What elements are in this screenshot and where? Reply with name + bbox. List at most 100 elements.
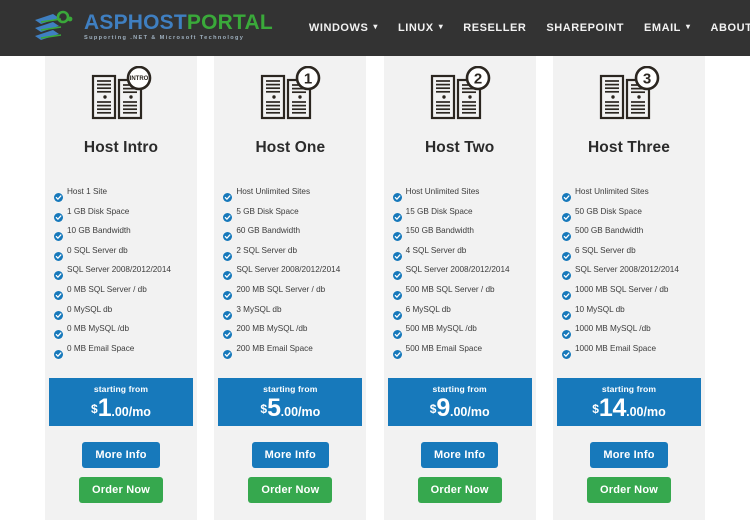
pricing-card: 3 Host Three Host Unlimited Sites 50 GB Dis…: [552, 56, 705, 520]
more-info-button[interactable]: More Info: [590, 442, 668, 468]
card-actions: More Info Order Now: [553, 442, 705, 503]
feature-label: 500 MB MySQL /db: [405, 324, 477, 334]
logo-title-part2: PORTAL: [186, 11, 273, 35]
check-circle-icon: [223, 346, 233, 359]
feature-item: 4 SQL Server db: [392, 245, 528, 261]
feature-label: 10 GB Bandwidth: [67, 226, 131, 236]
price-row: $14.00/mo: [592, 395, 666, 421]
check-circle-icon: [561, 248, 571, 261]
feature-item: 200 MB SQL Server / db: [223, 284, 358, 300]
plan-title: Host Three: [588, 139, 670, 156]
feature-label: Host 1 Site: [67, 187, 108, 196]
feature-item: 1 GB Disk Space: [54, 206, 189, 222]
more-info-button[interactable]: More Info: [82, 442, 160, 468]
feature-label: 6 SQL Server db: [574, 245, 636, 255]
site-logo[interactable]: ASPHOSTPORTAL Supporting .NET & Microsof…: [33, 10, 273, 46]
feature-list: Host Unlimited Sites 5 GB Disk Space 60 GB…: [214, 187, 366, 363]
check-circle-icon: [392, 307, 402, 320]
feature-item: SQL Server 2008/2012/2014: [561, 265, 697, 281]
more-info-button[interactable]: More Info: [421, 442, 499, 468]
nav-item-sharepoint[interactable]: SHAREPOINT: [546, 22, 624, 34]
feature-item: 10 GB Bandwidth: [54, 226, 189, 242]
feature-label: 60 GB Bandwidth: [236, 226, 301, 236]
feature-label: 0 MB Email Space: [67, 343, 135, 353]
check-circle-icon: [54, 248, 63, 261]
check-circle-icon: [392, 326, 402, 340]
price-from-label: starting from: [432, 383, 487, 394]
check-circle-icon: [561, 287, 571, 300]
feature-item: 1000 MB Email Space: [561, 344, 697, 359]
check-circle-icon: [561, 346, 571, 359]
feature-label: Host Unlimited Sites: [574, 187, 649, 196]
card-actions: More Info Order Now: [45, 442, 197, 503]
feature-label: SQL Server 2008/2012/2014: [405, 265, 510, 275]
check-circle-icon: [54, 326, 63, 340]
feature-item: Host Unlimited Sites: [223, 187, 358, 202]
feature-list: Host Unlimited Sites 15 GB Disk Space 150 …: [384, 187, 536, 363]
check-circle-icon: [223, 228, 233, 242]
feature-item: 500 MB MySQL /db: [392, 324, 528, 340]
order-now-button[interactable]: Order Now: [78, 477, 164, 503]
server-tower-icon: INTRO: [45, 56, 197, 138]
plan-title: Host Two: [424, 139, 495, 156]
feature-item: 2 SQL Server db: [223, 246, 358, 261]
check-circle-icon: [392, 228, 402, 242]
card-actions: More Info Order Now: [384, 442, 536, 503]
order-now-button[interactable]: Order Now: [586, 477, 671, 503]
plan-title: Host One: [255, 139, 326, 156]
server-tower-icon: 3: [553, 56, 705, 138]
nav-item-label: LINUX: [397, 22, 434, 34]
feature-label: 1 GB Disk Space: [67, 206, 130, 216]
feature-label: 0 MB MySQL /db: [67, 324, 130, 334]
feature-item: 50 GB Disk Space: [561, 207, 697, 222]
nav-item-windows[interactable]: WINDOWS ▾: [309, 22, 378, 34]
nav-item-linux[interactable]: LINUX ▾: [398, 22, 443, 34]
feature-label: 3 MySQL db: [236, 304, 282, 314]
feature-item: 200 MB Email Space: [223, 343, 358, 359]
feature-label: 4 SQL Server db: [405, 245, 467, 255]
logo-title-part1: ASPHOST: [84, 11, 187, 35]
feature-item: 60 GB Bandwidth: [223, 226, 358, 242]
card-actions: More Info Order Now: [214, 442, 366, 503]
feature-label: 200 MB Email Space: [236, 343, 313, 353]
price-currency: $: [260, 401, 268, 416]
check-circle-icon: [392, 287, 402, 300]
order-now-button[interactable]: Order Now: [417, 477, 502, 503]
feature-label: 200 MB MySQL /db: [236, 324, 308, 334]
feature-item: 5 GB Disk Space: [223, 207, 358, 222]
more-info-button[interactable]: More Info: [251, 442, 329, 468]
feature-item: Host Unlimited Sites: [561, 187, 697, 202]
pricing-page: ASPHOSTPORTAL Supporting .NET & Microsof…: [0, 0, 750, 520]
server-tower-icon: 2: [384, 56, 536, 138]
chevron-down-icon: ▾: [685, 22, 691, 31]
nav-item-about[interactable]: ABOUT: [711, 22, 750, 34]
feature-label: 15 GB Disk Space: [405, 206, 473, 216]
check-circle-icon: [392, 267, 402, 281]
order-now-button[interactable]: Order Now: [248, 477, 333, 503]
chevron-down-icon: ▾: [438, 22, 444, 31]
feature-label: Host Unlimited Sites: [236, 187, 311, 196]
feature-item: 3 MySQL db: [223, 304, 358, 320]
feature-label: 0 MB SQL Server / db: [67, 284, 147, 294]
feature-item: Host 1 Site: [54, 187, 189, 202]
logo-tagline: Supporting .NET & Microsoft Technology: [84, 35, 245, 42]
plan-title: Host Intro: [83, 139, 159, 156]
feature-label: 0 SQL Server db: [67, 245, 128, 255]
price-amount: 1: [97, 393, 112, 422]
nav-item-label: EMAIL: [643, 22, 681, 34]
nav-item-reseller[interactable]: RESELLER: [463, 22, 526, 34]
pricing-cards: INTRO Host Intro Host 1 Site 1 GB Disk Spac…: [0, 56, 750, 520]
check-circle-icon: [561, 307, 571, 320]
nav-item-email[interactable]: EMAIL ▾: [644, 22, 691, 34]
check-circle-icon: [223, 307, 233, 320]
feature-label: SQL Server 2008/2012/2014: [574, 265, 679, 275]
feature-item: 0 MySQL db: [54, 305, 189, 320]
feature-label: 200 MB SQL Server / db: [236, 284, 326, 294]
feature-label: 10 MySQL db: [574, 304, 625, 314]
price-amount: 5: [267, 393, 281, 422]
feature-list: Host 1 Site 1 GB Disk Space 10 GB Bandwidt…: [45, 187, 197, 363]
feature-item: 1000 MB SQL Server / db: [561, 285, 697, 300]
feature-item: 15 GB Disk Space: [392, 206, 528, 222]
check-circle-icon: [54, 267, 63, 281]
check-circle-icon: [54, 346, 63, 359]
